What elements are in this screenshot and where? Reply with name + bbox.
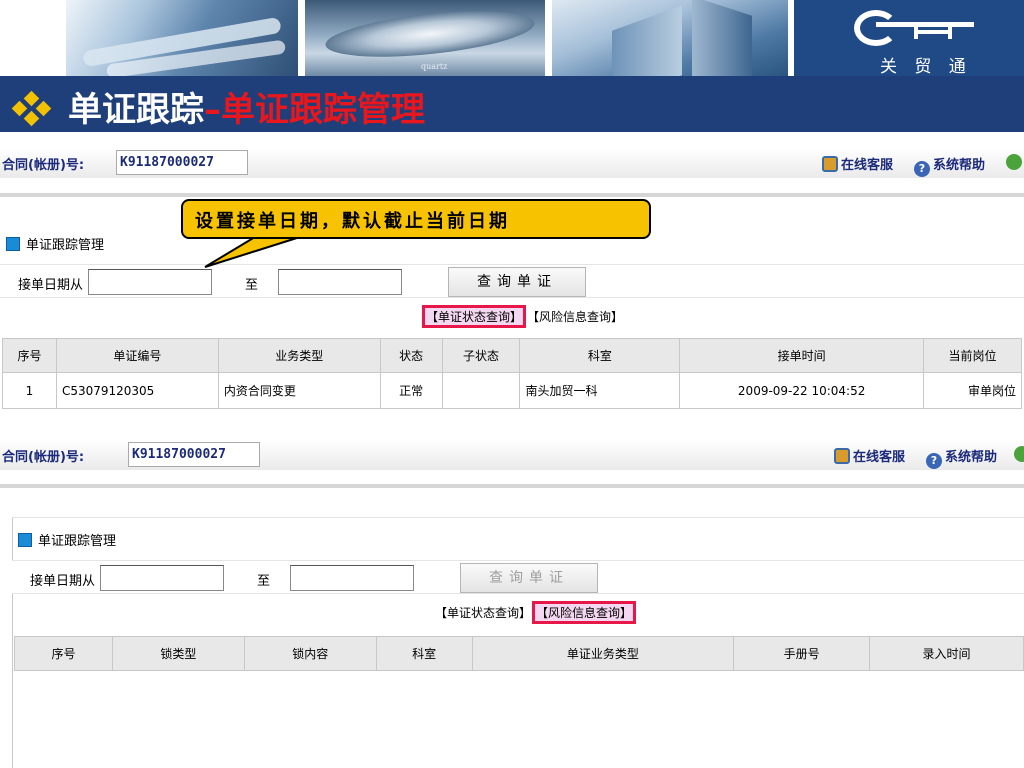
column-header: 科室 xyxy=(375,636,473,671)
date-to-input[interactable] xyxy=(290,565,414,591)
document-status-table: 序号 单证编号 业务类型 状态 子状态 科室 接单时间 当前岗位 1 C5307… xyxy=(2,338,1022,409)
table-cell: C53079120305 xyxy=(55,372,219,409)
section-title: 单证跟踪管理 xyxy=(6,234,104,253)
close-icon xyxy=(1014,446,1024,462)
customer-service-icon xyxy=(834,448,850,464)
banner-photo-keyboard xyxy=(66,0,298,76)
table-header-row: 序号 单证编号 业务类型 状态 子状态 科室 接单时间 当前岗位 xyxy=(2,338,1022,373)
column-header: 科室 xyxy=(519,338,681,373)
callout-note: 设置接单日期，默认截止当前日期 xyxy=(181,199,651,239)
table-row[interactable]: 1 C53079120305 内资合同变更 正常 南头加贸一科 2009-09-… xyxy=(2,372,1022,409)
tab-document-status[interactable]: 【单证状态查询】 xyxy=(422,305,527,328)
date-from-label: 接单日期从 xyxy=(18,278,84,293)
date-from-input[interactable] xyxy=(100,565,224,591)
section-square-icon xyxy=(18,533,32,547)
online-service-link[interactable]: 在线客服 xyxy=(834,446,905,465)
close-icon xyxy=(1006,154,1022,170)
contract-number-field[interactable]: K91187000027 xyxy=(116,150,248,175)
divider xyxy=(0,193,1024,197)
column-header: 手册号 xyxy=(733,636,871,671)
help-icon: ? xyxy=(914,161,930,177)
query-tabs: 【单证状态查询】 【风险信息查询】 xyxy=(434,601,637,624)
logo-text: 关 贸 通 xyxy=(880,57,972,76)
column-header: 单证编号 xyxy=(55,338,219,373)
column-header: 业务类型 xyxy=(217,338,381,373)
contract-number-field[interactable]: K91187000027 xyxy=(128,442,260,467)
query-documents-button[interactable]: 查询单证 xyxy=(448,267,586,297)
section-title: 单证跟踪管理 xyxy=(18,530,116,549)
table-cell: 南头加贸一科 xyxy=(519,372,681,409)
contract-label: 合同(帐册)号: xyxy=(2,158,85,173)
section-square-icon xyxy=(6,237,20,251)
banner-photo-caption: quartz xyxy=(421,62,448,71)
table-header-row: 序号 锁类型 锁内容 科室 单证业务类型 手册号 录入时间 xyxy=(14,636,1024,671)
date-to-label: 至 xyxy=(257,574,271,589)
column-header: 接单时间 xyxy=(679,338,925,373)
column-header: 序号 xyxy=(14,636,113,671)
date-from-input[interactable] xyxy=(88,269,212,295)
column-header: 子状态 xyxy=(441,338,521,373)
divider xyxy=(0,484,1024,488)
date-to-input[interactable] xyxy=(278,269,402,295)
risk-info-table: 序号 锁类型 锁内容 科室 单证业务类型 手册号 录入时间 xyxy=(14,636,1024,671)
contract-label: 合同(帐册)号: xyxy=(2,450,85,465)
banner-photo-disc: quartz xyxy=(305,0,545,76)
online-service-link[interactable]: 在线客服 xyxy=(822,154,893,173)
column-header: 状态 xyxy=(379,338,443,373)
table-cell: 1 xyxy=(2,372,57,409)
query-form-row: 接单日期从 至 查询单证 xyxy=(12,560,1024,594)
column-header: 单证业务类型 xyxy=(471,636,735,671)
logo-g-icon xyxy=(854,10,898,46)
page-title: 单证跟踪–单证跟踪管理 xyxy=(68,82,425,131)
brand-logo: 关 贸 通 xyxy=(794,0,1024,76)
customer-service-icon xyxy=(822,156,838,172)
query-documents-button[interactable]: 查询单证 xyxy=(460,563,598,593)
query-tabs: 【单证状态查询】 【风险信息查询】 xyxy=(422,305,624,328)
diamond-bullet-icon xyxy=(11,90,52,127)
system-help-link[interactable]: ? 系统帮助 xyxy=(914,154,985,177)
contract-header-bar: 合同(帐册)号: K91187000027 在线客服 ? 系统帮助 xyxy=(0,148,1024,178)
page-title-main: 单证跟踪 xyxy=(68,90,204,130)
close-link[interactable] xyxy=(1006,154,1024,171)
column-header: 录入时间 xyxy=(869,636,1024,671)
page-title-sub: –单证跟踪管理 xyxy=(204,90,425,130)
date-from-label: 接单日期从 xyxy=(30,574,96,589)
help-icon: ? xyxy=(926,453,942,469)
banner-photo-buildings xyxy=(552,0,788,76)
close-link[interactable] xyxy=(1014,446,1024,463)
tab-risk-info[interactable]: 【风险信息查询】 xyxy=(532,601,637,624)
column-header: 锁类型 xyxy=(111,636,245,671)
table-cell: 内资合同变更 xyxy=(217,372,381,409)
tab-document-status[interactable]: 【单证状态查询】 xyxy=(434,602,532,623)
column-header: 当前岗位 xyxy=(923,338,1022,373)
table-cell xyxy=(441,372,521,409)
table-cell: 正常 xyxy=(379,372,443,409)
table-cell: 审单岗位 xyxy=(923,372,1022,409)
query-form-row: 接单日期从 至 查询单证 xyxy=(0,264,1024,298)
tab-risk-info[interactable]: 【风险信息查询】 xyxy=(526,306,624,327)
system-help-link[interactable]: ? 系统帮助 xyxy=(926,446,997,469)
contract-header-bar-2: 合同(帐册)号: K91187000027 在线客服 ? 系统帮助 xyxy=(0,440,1024,470)
top-banner: quartz 关 贸 通 xyxy=(0,0,1024,76)
table-cell: 2009-09-22 10:04:52 xyxy=(679,372,925,409)
column-header: 锁内容 xyxy=(243,636,377,671)
column-header: 序号 xyxy=(2,338,57,373)
date-to-label: 至 xyxy=(245,278,259,293)
